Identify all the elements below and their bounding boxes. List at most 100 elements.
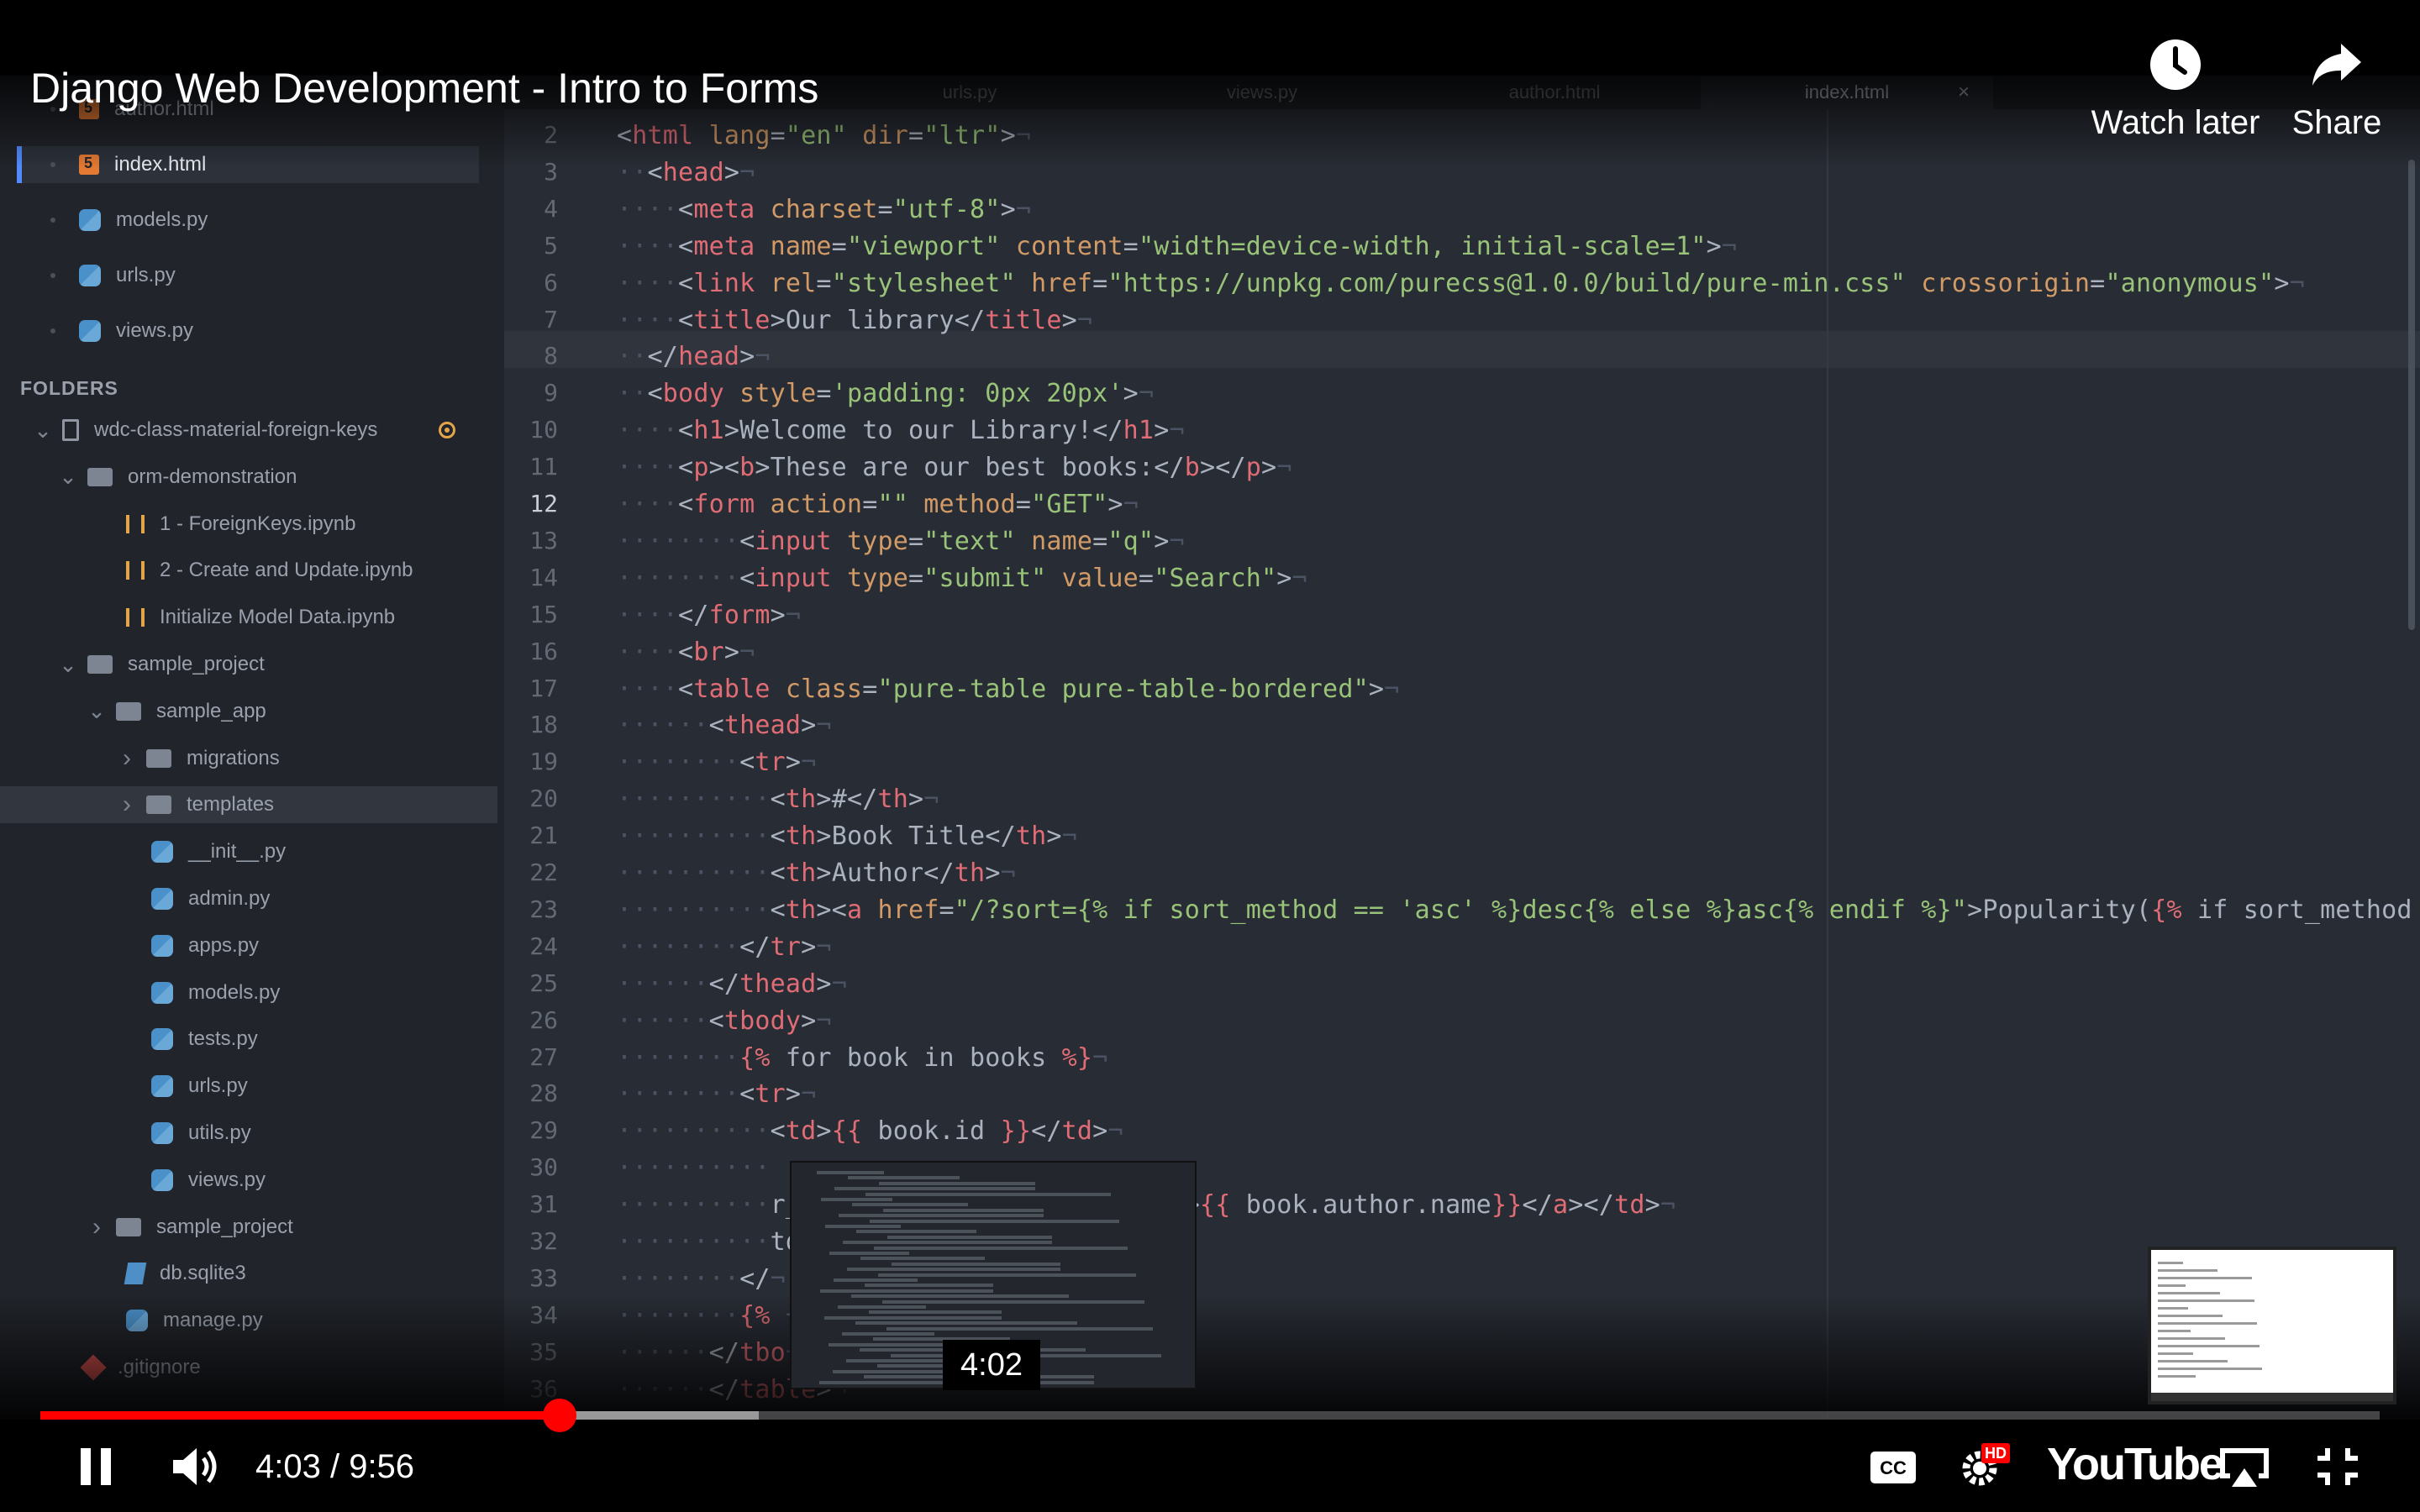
preview-texture-line (860, 1257, 985, 1261)
tree-item-label: 1 - ForeignKeys.ipynb (160, 512, 356, 535)
exit-fullscreen-button[interactable] (2312, 1441, 2363, 1492)
tree-item-label: views.py (188, 1168, 266, 1191)
tree-item[interactable]: › templates (0, 786, 497, 824)
share-arrow-icon (2282, 37, 2391, 104)
tree-item[interactable]: › migrations (0, 740, 471, 777)
tree-item[interactable]: __init__.py (0, 833, 471, 870)
youtube-logo[interactable]: YouTube (2047, 1438, 2224, 1490)
share-button[interactable]: Share (2282, 37, 2391, 142)
progress-bar[interactable] (40, 1411, 2380, 1420)
line-number: 20 (529, 785, 558, 813)
open-file-item[interactable]: views.py (17, 312, 479, 349)
preview-texture-line (834, 1187, 1035, 1191)
captions-icon: CC (1870, 1452, 1916, 1483)
hd-badge: HD (1981, 1443, 2010, 1463)
tree-item[interactable]: ⌄ sample_app (0, 693, 471, 730)
speaker-icon (173, 1448, 217, 1485)
volume-button[interactable] (168, 1441, 227, 1492)
exit-fullscreen-icon (2317, 1448, 2358, 1485)
tree-item-label: admin.py (188, 887, 271, 910)
folder-icon (116, 701, 141, 721)
tree-item[interactable]: apps.py (0, 927, 471, 964)
watch-later-button[interactable]: Watch later (2079, 37, 2272, 142)
tree-item[interactable]: views.py (0, 1162, 471, 1199)
code-line: ····<br>¬ (617, 637, 755, 667)
preview-texture-line (848, 1176, 960, 1180)
line-number: 4 (544, 194, 558, 223)
line-number: 24 (529, 932, 558, 960)
preview-texture-line (870, 1219, 1119, 1223)
database-icon (124, 1263, 147, 1285)
code-line: ······<tbody>¬ (617, 1005, 832, 1036)
python-file-icon (151, 934, 173, 957)
folder-icon (116, 1217, 141, 1236)
preview-timestamp: 4:02 (943, 1340, 1040, 1390)
code-line: ····<title>Our library</title>¬ (617, 305, 1093, 335)
tree-item[interactable]: Initialize Model Data.ipynb (0, 599, 471, 636)
tree-item[interactable]: admin.py (0, 880, 471, 917)
pause-button[interactable] (76, 1441, 118, 1492)
tree-item-label: __init__.py (188, 840, 287, 864)
code-line: ··<body style='padding: 0px 20px'>¬ (617, 379, 1155, 409)
tree-item-label: wdc-class-material-foreign-keys (94, 418, 378, 441)
line-number: 23 (529, 895, 558, 923)
share-label: Share (2291, 104, 2382, 141)
preview-texture-line (843, 1241, 1052, 1245)
open-file-label: urls.py (116, 264, 176, 286)
tree-item[interactable]: db.sqlite3 (0, 1255, 471, 1292)
tree-item[interactable]: 1 - ForeignKeys.ipynb (0, 506, 471, 543)
tree-item[interactable]: tests.py (0, 1021, 471, 1058)
code-line: ········</¬ (617, 1263, 786, 1294)
tree-item[interactable]: ⌄ wdc-class-material-foreign-keys (0, 412, 471, 449)
subtitles-button[interactable]: CC (1869, 1441, 1918, 1492)
code-line: ····<h1>Welcome to our Library!</h1>¬ (617, 416, 1185, 446)
tree-item[interactable]: › sample_project (0, 1209, 471, 1246)
chevron-right-icon[interactable]: › (118, 744, 136, 773)
code-line: ········<tr>¬ (617, 748, 817, 778)
code-line: ··········<td>{{ book.id }}</td>¬ (617, 1116, 1123, 1147)
code-line: ··········<th>#</th>¬ (617, 785, 939, 815)
preview-texture-line (865, 1192, 1111, 1196)
python-file-icon (151, 841, 173, 864)
open-file-item[interactable]: urls.py (17, 257, 479, 294)
thumb-texture-line (2158, 1299, 2254, 1302)
current-line-highlight (504, 331, 2420, 368)
chevron-down-icon[interactable]: ⌄ (59, 464, 77, 490)
pause-icon (81, 1448, 111, 1485)
tree-item-label: db.sqlite3 (160, 1262, 246, 1285)
tree-item[interactable]: utils.py (0, 1115, 471, 1152)
chevron-down-icon[interactable]: ⌄ (34, 417, 52, 444)
line-number: 18 (529, 711, 558, 739)
line-number: 17 (529, 674, 558, 702)
open-file-item[interactable]: models.py (17, 202, 479, 239)
line-number: 6 (544, 268, 558, 297)
python-file-icon (79, 320, 101, 342)
line-number: 29 (529, 1116, 558, 1145)
line-number: 19 (529, 748, 558, 776)
chevron-down-icon[interactable]: ⌄ (59, 652, 77, 678)
preview-texture-line (838, 1305, 926, 1309)
code-line: ········<tr>¬ (617, 1079, 817, 1110)
line-number: 33 (529, 1263, 558, 1292)
tree-item[interactable]: ⌄ orm-demonstration (0, 459, 471, 496)
end-screen-thumbnail[interactable] (2148, 1247, 2396, 1404)
code-line: ··········<th>Author</th>¬ (617, 858, 1016, 888)
tree-item[interactable]: 2 - Create and Update.ipynb (0, 552, 471, 589)
tree-item[interactable]: models.py (0, 974, 471, 1011)
preview-texture-line (886, 1326, 1153, 1331)
line-number: 21 (529, 822, 558, 850)
line-number: 9 (544, 379, 558, 407)
airplay-button[interactable] (2215, 1441, 2274, 1492)
tree-item-label: Initialize Model Data.ipynb (160, 606, 396, 629)
thumb-texture-line (2158, 1345, 2260, 1347)
chevron-right-icon[interactable]: › (87, 1213, 106, 1242)
cc-label: CC (1880, 1457, 1907, 1478)
tree-item[interactable]: ⌄ sample_project (0, 646, 471, 683)
editor-scrollbar[interactable] (2408, 160, 2415, 630)
chevron-right-icon[interactable]: › (118, 790, 136, 819)
file-bullet (50, 218, 55, 223)
chevron-down-icon[interactable]: ⌄ (87, 698, 106, 724)
progress-scrubber-handle[interactable] (543, 1399, 577, 1432)
tree-item[interactable]: urls.py (0, 1068, 471, 1105)
video-title[interactable]: Django Web Development - Intro to Forms (30, 64, 818, 113)
